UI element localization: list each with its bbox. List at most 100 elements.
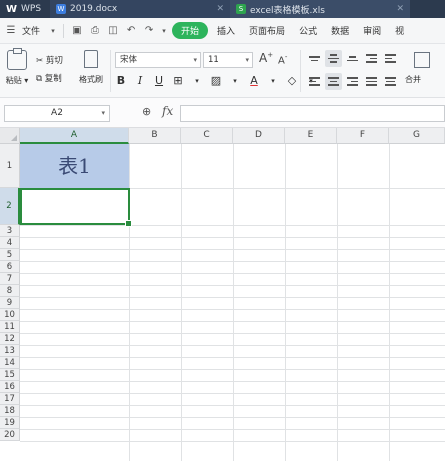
indent-decrease-icon[interactable] <box>363 50 380 67</box>
menu-review[interactable]: 审阅 <box>358 24 386 37</box>
align-left-icon[interactable] <box>306 73 323 90</box>
row-header[interactable]: 10 <box>0 309 20 321</box>
cut-button[interactable]: ✂ 剪切 <box>36 52 63 70</box>
italic-icon[interactable]: I <box>134 74 146 87</box>
row-header[interactable]: 16 <box>0 381 20 393</box>
tab-close-icon[interactable]: ✕ <box>216 4 224 14</box>
row-header[interactable]: 4 <box>0 237 20 249</box>
column-header-a[interactable]: A <box>20 128 129 144</box>
row-header[interactable]: 6 <box>0 261 20 273</box>
row-header[interactable]: 8 <box>0 285 20 297</box>
row-header[interactable]: 19 <box>0 417 20 429</box>
gridline <box>20 261 445 262</box>
align-top-icon[interactable] <box>306 50 323 67</box>
print-icon[interactable]: ⎙ <box>88 24 102 38</box>
gridline <box>20 225 445 226</box>
indent-increase-icon[interactable] <box>382 50 399 67</box>
cell-a1[interactable]: 表1 <box>20 144 129 188</box>
row-header[interactable]: 13 <box>0 345 20 357</box>
row-header[interactable]: 3 <box>0 225 20 237</box>
distributed-icon[interactable] <box>382 73 399 90</box>
font-family-select[interactable]: 宋体 ▾ <box>115 52 201 68</box>
formula-bar: A2 ▾ ⊕ fx <box>0 98 445 128</box>
row-header[interactable]: 2 <box>0 188 20 225</box>
gridline <box>20 333 445 334</box>
cell-grid[interactable]: 表1 <box>20 144 445 461</box>
chevron-down-icon[interactable]: ▾ <box>49 24 57 38</box>
paste-icon <box>7 48 27 70</box>
save-icon[interactable]: ▣ <box>70 24 84 38</box>
row-header[interactable]: 20 <box>0 429 20 441</box>
tab-close-icon[interactable]: ✕ <box>396 4 404 14</box>
menu-data[interactable]: 数据 <box>326 24 354 37</box>
menu-view[interactable]: 视 <box>390 24 409 37</box>
row-header[interactable]: 14 <box>0 357 20 369</box>
menu-home[interactable]: 开始 <box>172 22 209 39</box>
name-box[interactable]: A2 ▾ <box>4 105 110 122</box>
wps-logo-icon: W <box>6 3 18 15</box>
zoom-icon[interactable]: ⊕ <box>142 105 151 118</box>
tab-document[interactable]: W 2019.docx ✕ <box>50 0 230 18</box>
row-header[interactable]: 11 <box>0 321 20 333</box>
formula-input[interactable] <box>180 105 445 122</box>
paste-button[interactable]: 粘贴 ▾ <box>4 48 30 86</box>
menu-file[interactable]: 文件 <box>22 24 45 37</box>
row-header[interactable]: 7 <box>0 273 20 285</box>
cell-a2-active[interactable] <box>20 188 132 227</box>
tab-spreadsheet[interactable]: S excel表格模板.xls ✕ <box>230 0 410 18</box>
justify-icon[interactable] <box>363 73 380 90</box>
tab-label: excel表格模板.xls <box>250 5 325 16</box>
font-color-icon[interactable]: A <box>248 74 260 87</box>
row-header[interactable]: 15 <box>0 369 20 381</box>
row-header[interactable]: 5 <box>0 249 20 261</box>
align-right-icon[interactable] <box>344 73 361 90</box>
redo-icon[interactable]: ↷ <box>142 24 156 38</box>
format-painter-button[interactable]: 格式刷 <box>76 50 106 85</box>
column-header-b[interactable]: B <box>129 128 181 144</box>
column-header-f[interactable]: F <box>337 128 389 144</box>
row-header[interactable]: 18 <box>0 405 20 417</box>
select-all-corner[interactable] <box>0 128 20 144</box>
copy-button[interactable]: ⧉ 复制 <box>36 70 63 88</box>
clipboard-group: ✂ 剪切 ⧉ 复制 <box>36 52 63 88</box>
chevron-down-icon[interactable]: ▾ <box>267 77 279 85</box>
column-header-d[interactable]: D <box>233 128 285 144</box>
hamburger-menu-icon[interactable]: ☰ <box>4 24 18 38</box>
title-bar: W WPS W 2019.docx ✕ S excel表格模板.xls ✕ <box>0 0 445 18</box>
bold-icon[interactable]: B <box>115 74 127 87</box>
menu-bar: ☰ 文件 ▾ ▣ ⎙ ◫ ↶ ↷ ▾ 开始 插入 页面布局 公式 数据 审阅 视 <box>0 18 445 44</box>
row-header[interactable]: 17 <box>0 393 20 405</box>
align-center-icon[interactable] <box>325 73 342 90</box>
underline-icon[interactable]: U <box>153 74 165 87</box>
font-size-select[interactable]: 11 ▾ <box>203 52 253 68</box>
print-preview-icon[interactable]: ◫ <box>106 24 120 38</box>
word-doc-icon: W <box>56 4 66 14</box>
column-header-c[interactable]: C <box>181 128 233 144</box>
row-header[interactable]: 1 <box>0 144 20 188</box>
merge-cells-label[interactable]: 合并 <box>405 74 421 85</box>
spreadsheet-file-icon: S <box>236 4 246 14</box>
row-header[interactable]: 12 <box>0 333 20 345</box>
increase-font-icon[interactable]: A+ <box>259 51 273 65</box>
tab-wps-home[interactable]: W WPS <box>0 0 50 18</box>
border-icon[interactable]: ⊞ <box>172 74 184 87</box>
merge-cells-icon[interactable] <box>414 52 430 68</box>
undo-icon[interactable]: ↶ <box>124 24 138 38</box>
gridline <box>285 144 286 461</box>
align-bottom-icon[interactable] <box>344 50 361 67</box>
function-icon[interactable]: fx <box>162 104 173 118</box>
chevron-down-icon[interactable]: ▾ <box>191 77 203 85</box>
column-header-g[interactable]: G <box>389 128 445 144</box>
menu-formula[interactable]: 公式 <box>294 24 322 37</box>
menu-page-layout[interactable]: 页面布局 <box>244 24 290 37</box>
menu-insert[interactable]: 插入 <box>212 24 240 37</box>
eraser-icon[interactable]: ◇ <box>286 74 298 87</box>
decrease-font-icon[interactable]: A- <box>278 53 287 66</box>
row-header[interactable]: 9 <box>0 297 20 309</box>
fill-color-icon[interactable]: ▨ <box>210 74 222 87</box>
gridline <box>20 393 445 394</box>
align-middle-icon[interactable] <box>325 50 342 67</box>
chevron-down-icon[interactable]: ▾ <box>160 24 168 38</box>
column-header-e[interactable]: E <box>285 128 337 144</box>
chevron-down-icon[interactable]: ▾ <box>229 77 241 85</box>
